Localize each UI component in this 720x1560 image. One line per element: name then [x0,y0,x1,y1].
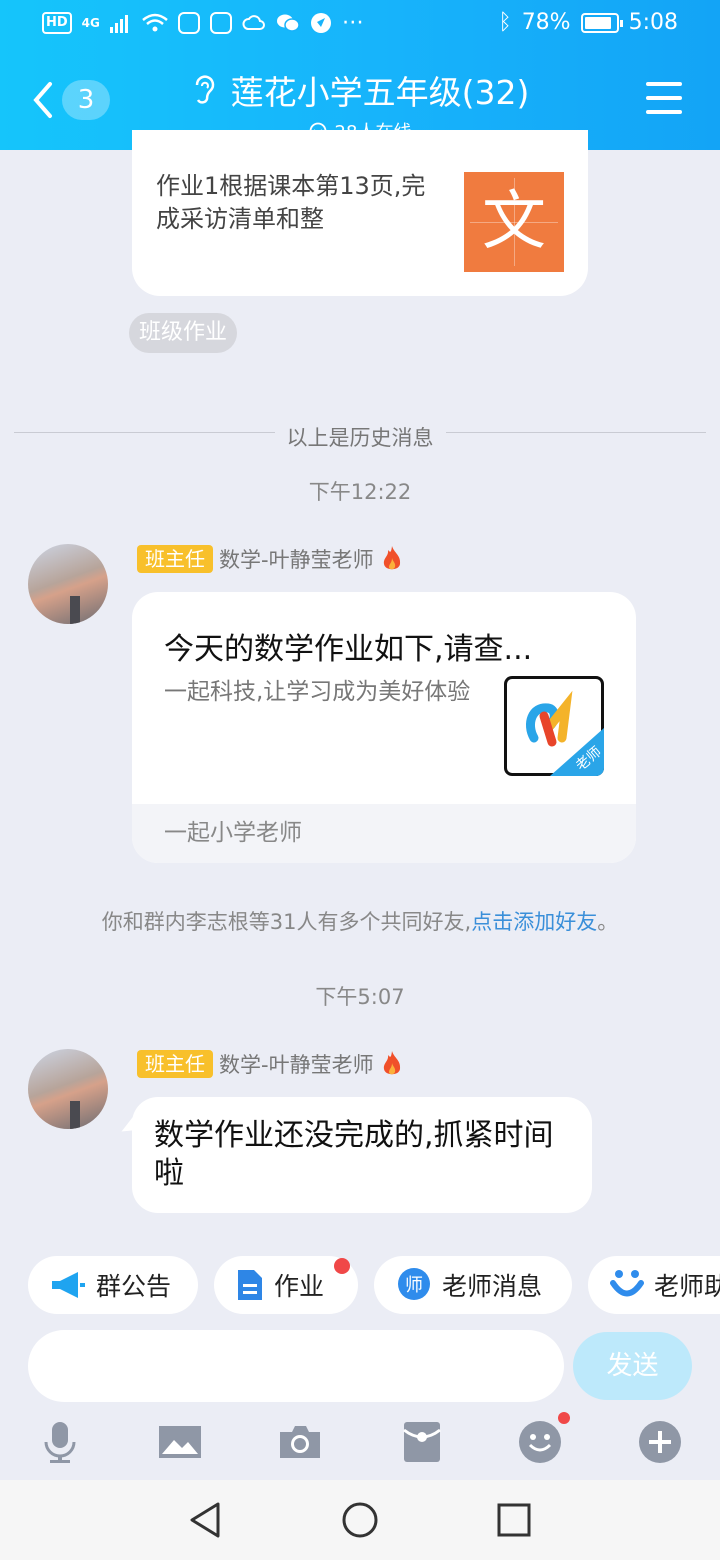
sender-name[interactable]: 数学-叶静莹老师 [219,544,374,574]
wechat-icon [276,14,300,32]
send-button[interactable]: 发送 [573,1332,692,1400]
role-badge: 班主任 [137,1050,213,1078]
svg-text:师: 师 [405,1275,423,1296]
status-bar: HD 4G ⋯ ᛒ 78% 5:08 [0,0,720,50]
red-packet-icon[interactable] [400,1420,444,1464]
shared-link-card[interactable]: 今天的数学作业如下,请查... 一起科技,让学习成为美好体验 老师 一起小学老师 [132,592,636,863]
menu-icon[interactable] [646,82,682,116]
nav-recents-icon[interactable] [494,1500,534,1540]
history-divider: 以上是历史消息 [14,418,706,454]
battery-percent: 78% [521,10,571,35]
chip-label: 老师消息 [442,1272,543,1301]
hd-badge: HD [42,11,72,34]
clock: 5:08 [628,10,678,35]
system-navigation-bar [0,1480,720,1560]
smile-app-icon [610,1270,644,1297]
nav-home-icon[interactable] [340,1500,380,1540]
avatar[interactable] [28,1049,108,1129]
avatar[interactable] [28,544,108,624]
wifi-icon [142,13,168,31]
yiqi-app-icon: 老师 [504,676,604,776]
sender-name[interactable]: 数学-叶静莹老师 [219,1049,374,1079]
fire-icon [383,546,400,570]
nav-back-icon[interactable] [186,1500,226,1540]
chinese-subject-icon: 文 [464,172,564,272]
emoji-icon[interactable] [518,1412,570,1464]
shared-card-description: 一起科技,让学习成为美好体验 [164,679,471,705]
app-notification-icon [177,11,200,34]
megaphone-icon [52,1272,85,1298]
message-text: 数学作业还没完成的,抓紧时间啦 [154,1118,554,1191]
common-friends-text: 你和群内李志根等31人有多个共同好友, [101,910,472,934]
class-homework-tag[interactable]: 班级作业 [129,313,238,353]
ear-icon [195,75,214,104]
homework-card-text: 作业1根据课本第13页,完成采访清单和整 [156,172,426,233]
location-app-icon [310,12,331,33]
chevron-left-icon [33,82,52,118]
group-announcement-button[interactable]: 群公告 [28,1256,198,1314]
document-icon [238,1270,262,1300]
timestamp: 下午5:07 [315,985,405,1009]
timestamp: 下午12:22 [308,480,412,504]
camera-icon[interactable] [278,1420,322,1464]
message-input[interactable] [28,1330,564,1402]
back-button[interactable]: 3 [30,78,120,122]
quick-action-bar: 群公告 作业 师 老师消息 老师助 [28,1256,720,1314]
group-title: 莲花小学五年级(32) [230,73,530,112]
unread-count-badge: 3 [62,80,110,120]
common-friends-suffix: 。 [597,910,619,934]
chat-header: HD 4G ⋯ ᛒ 78% 5:08 3 莲花小学五年级(32) 28 [0,0,720,150]
chip-label: 群公告 [96,1272,172,1301]
chip-label: 老师助 [654,1272,720,1301]
microphone-icon[interactable] [38,1420,82,1464]
shared-card-source: 一起小学老师 [132,804,636,863]
homework-button[interactable]: 作业 [214,1256,358,1314]
text-message-bubble[interactable]: 数学作业还没完成的,抓紧时间啦 [132,1097,592,1213]
sender-line: 班主任 数学-叶静莹老师 [137,544,404,574]
role-badge: 班主任 [137,545,213,573]
weather-icon [242,14,265,30]
add-friends-link[interactable]: 点击添加好友 [471,910,597,934]
shared-card-title: 今天的数学作业如下,请查... [164,632,533,667]
unread-dot [558,1412,570,1424]
composer: 发送 [28,1330,692,1402]
chip-label: 作业 [274,1272,325,1301]
plus-icon[interactable] [638,1420,682,1464]
input-toolbar [0,1410,720,1476]
teacher-message-button[interactable]: 师 老师消息 [374,1256,572,1314]
fire-icon [383,1051,400,1075]
signal-icon [109,14,128,33]
unread-dot [334,1258,350,1274]
common-friends-tip: 你和群内李志根等31人有多个共同好友,点击添加好友。 [0,906,720,936]
history-divider-label: 以上是历史消息 [274,426,446,450]
image-icon[interactable] [158,1420,202,1464]
bluetooth-icon: ᛒ [498,10,512,35]
teacher-assistant-button[interactable]: 老师助 [588,1256,720,1314]
more-notifications-icon: ⋯ [341,10,364,35]
homework-card[interactable]: 作业1根据课本第13页,完成采访清单和整 文 [132,130,588,296]
network-type: 4G [81,15,100,30]
video-app-icon [209,11,232,34]
battery-icon [580,12,623,33]
sender-line: 班主任 数学-叶静莹老师 [137,1049,404,1079]
teacher-message-icon: 师 [398,1268,430,1300]
